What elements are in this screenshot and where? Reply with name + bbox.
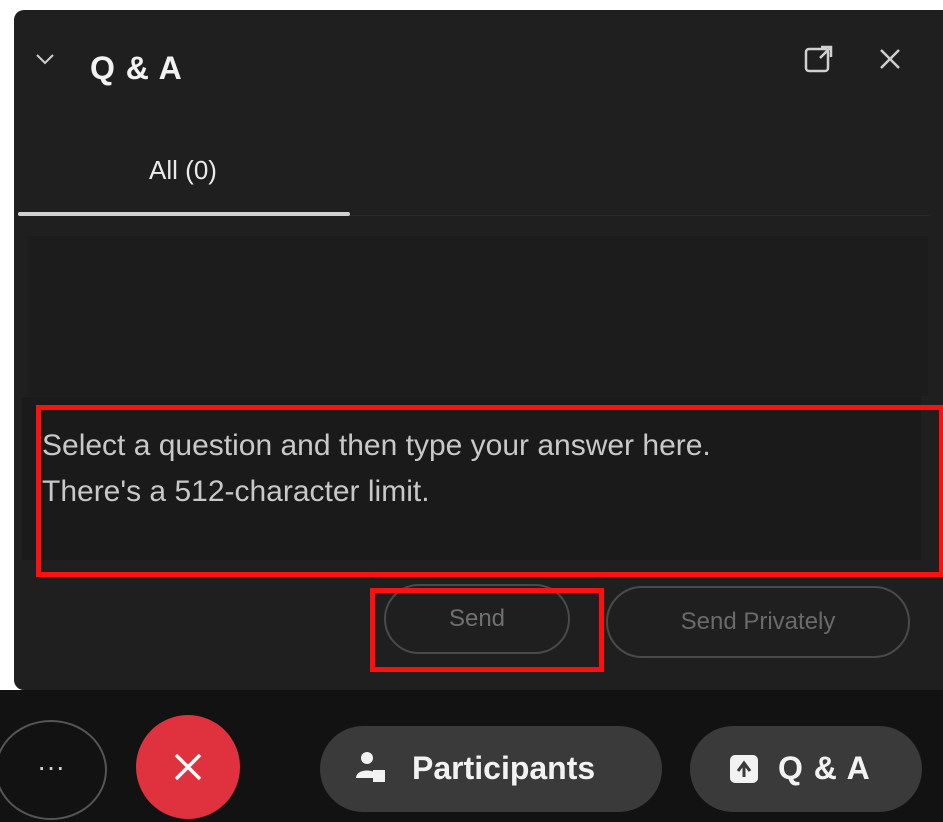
close-icon[interactable]: [876, 45, 904, 73]
tab-selected-indicator: [18, 212, 350, 216]
question-list: [28, 236, 928, 396]
participants-label: Participants: [412, 750, 596, 786]
answer-input[interactable]: [22, 397, 921, 560]
more-options-button[interactable]: ···: [0, 720, 107, 820]
participants-button[interactable]: Participants: [320, 726, 662, 812]
chevron-down-icon[interactable]: [34, 48, 56, 70]
close-icon: [174, 753, 202, 781]
panel-title: Q & A: [90, 50, 183, 86]
qa-button[interactable]: Q & A: [690, 726, 922, 812]
tab-all[interactable]: All (0): [18, 140, 348, 220]
participants-icon: [356, 752, 385, 782]
popout-icon[interactable]: [803, 43, 835, 75]
qa-label: Q & A: [778, 750, 871, 786]
leave-button[interactable]: [136, 715, 240, 819]
send-privately-button[interactable]: Send Privately: [606, 586, 910, 658]
send-button[interactable]: Send: [384, 584, 570, 654]
qa-icon: [730, 755, 758, 783]
answer-box[interactable]: [22, 397, 921, 560]
